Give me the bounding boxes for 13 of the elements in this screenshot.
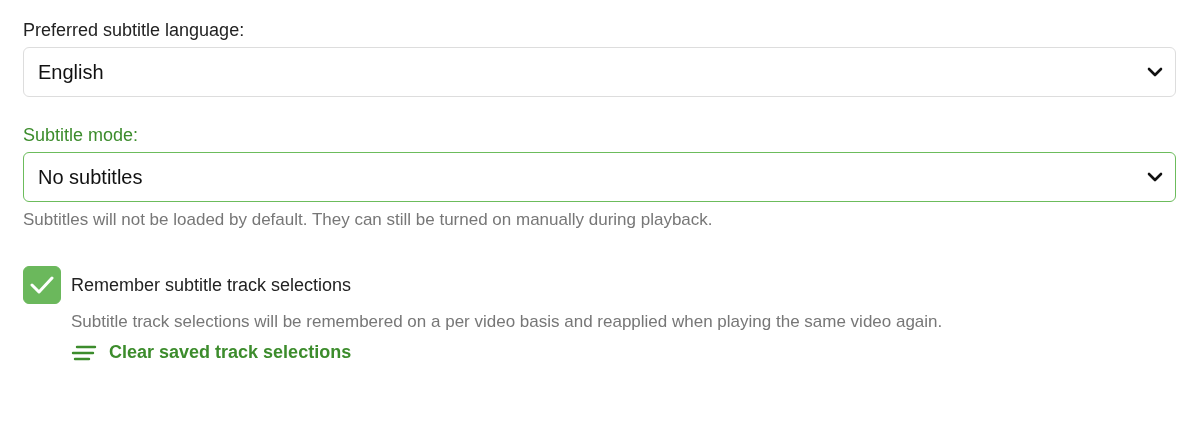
lines-icon [71,344,97,361]
checkbox[interactable] [23,266,61,304]
field-label: Subtitle mode: [23,125,139,146]
clear-link[interactable]: Clear saved track selections [71,342,352,363]
dropdown[interactable]: No subtitles [23,152,1176,202]
chevron-down-icon [1147,67,1163,77]
field-label: Preferred subtitle language: [23,20,245,41]
checkbox-label: Remember subtitle track selections [71,274,352,296]
help-text: Subtitles will not be loaded by default. They can still be turned on manually during playback. [23,210,713,230]
checkmark-icon [30,275,54,295]
help-text: Subtitle track selections will be remembered on a per video basis and reapplied when playing the same video again. [71,312,943,332]
chevron-down-icon [1147,172,1163,182]
dropdown[interactable]: English [23,47,1176,97]
